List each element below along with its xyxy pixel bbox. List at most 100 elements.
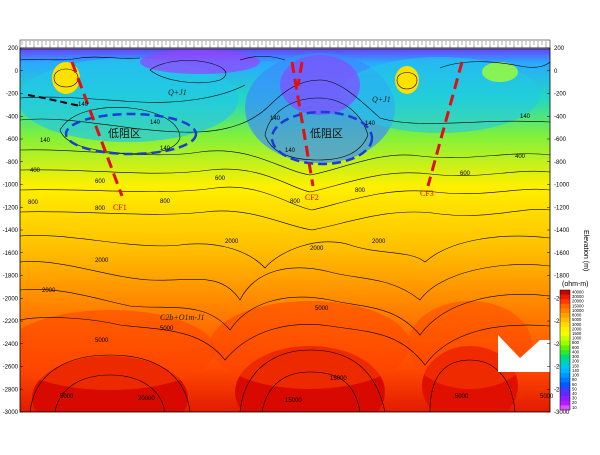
contour-label: 2000: [225, 239, 239, 245]
low-res-zone-label-2: 低阻区: [310, 127, 343, 140]
colorbar-tick-label: 10: [572, 405, 577, 410]
y-tick-label-left: -1600: [3, 251, 19, 257]
contour-label: 2000: [372, 239, 386, 245]
contour-label: 15000: [330, 376, 347, 382]
colorbar-title: (ohm-m): [562, 281, 588, 288]
y-tick-label-right: 0: [554, 69, 558, 75]
colorbar-labels: 4000030000200001500010000800050003000200…: [572, 289, 584, 409]
y-tick-label-left: -200: [6, 92, 19, 98]
colorbar-swatch: [560, 345, 570, 351]
colorbar-swatch: [560, 331, 570, 337]
contour-label: 400: [515, 154, 526, 160]
colorbar-swatch: [560, 363, 570, 369]
contour-label: 5000: [95, 338, 109, 344]
y-tick-label-left: -1200: [3, 205, 19, 211]
y-tick-label-right: -1800: [554, 274, 570, 280]
contour-label: 5000: [315, 306, 329, 312]
y-tick-label-left: -1400: [3, 228, 19, 234]
colorbar-swatch: [560, 391, 570, 397]
shallow-high-res-1: [52, 62, 80, 94]
contour-label: 140: [40, 138, 51, 144]
colorbar-swatch: [560, 354, 570, 360]
contour-label: 140: [270, 116, 281, 122]
contour-label: 800: [95, 206, 106, 212]
colorbar-swatch: [560, 405, 570, 411]
contour-label: 140: [520, 114, 531, 120]
y-tick-label-left: -2400: [3, 342, 19, 348]
colorbar-swatch: [560, 340, 570, 346]
high-res-halo-1: [20, 310, 215, 390]
y-tick-label-right: -1000: [554, 183, 570, 189]
colorbar-swatch: [560, 373, 570, 378]
colorbar-swatch: [560, 299, 570, 305]
y-tick-label-right: -800: [554, 160, 567, 166]
y-tick-label-right: -1400: [554, 228, 570, 234]
colorbar-swatch: [560, 336, 570, 342]
fault-label-cf1: CF1: [113, 203, 127, 212]
colorbar-swatches: [559, 289, 571, 411]
y-tick-label-left: -2000: [3, 296, 19, 302]
contour-label: 800: [355, 188, 366, 194]
contour-label: 2000: [95, 258, 109, 264]
y-tick-label-left: -2800: [3, 387, 19, 393]
contour-label: 600: [215, 176, 226, 182]
shallow-high-res-3: [482, 62, 518, 82]
colorbar-swatch: [560, 359, 570, 365]
fault-label-cf3: CF3: [420, 189, 434, 198]
contour-label: 800: [290, 199, 301, 205]
colorbar-swatch: [560, 294, 570, 300]
colorbar-swatch: [560, 368, 570, 374]
y-tick-label-right: -3000: [554, 410, 570, 416]
colorbar-swatch: [560, 317, 570, 323]
y-tick-label-left: -1800: [3, 274, 19, 280]
y-axis-right-title: Elevation (m): [582, 230, 589, 271]
colorbar-swatch: [560, 303, 570, 309]
y-tick-label-left: -1000: [3, 183, 19, 189]
strata-label-deep: C2b+O1m-J1: [160, 313, 205, 322]
y-tick-label-left: -2600: [3, 365, 19, 371]
y-tick-label-right: -1600: [554, 251, 570, 257]
y-tick-label-left: 0: [15, 69, 19, 75]
colorbar-swatch: [560, 326, 570, 332]
resistivity-section-chart: 200 0 -200 -400 -600 -800 -1000 -1200 -1400 -1600…: [0, 0, 600, 450]
colorbar-swatch: [560, 386, 570, 392]
contour-label: 140: [365, 121, 376, 127]
shallow-high-res-2: [395, 66, 419, 94]
colorbar-swatch: [560, 400, 570, 406]
contour-label: 2000: [310, 246, 324, 252]
y-tick-label-right: -1200: [554, 205, 570, 211]
contour-label: 600: [95, 179, 106, 185]
contour-label: 2000: [42, 288, 56, 294]
y-tick-label-right: 200: [554, 46, 565, 52]
y-tick-label-right: -600: [554, 137, 567, 143]
colorbar-swatch: [560, 382, 570, 388]
fault-label-cf2: CF2: [305, 193, 319, 202]
colorbar-swatch: [560, 308, 570, 314]
high-res-halo-2: [210, 301, 410, 389]
contour-label: 400: [30, 168, 41, 174]
colorbar-swatch: [560, 290, 570, 295]
contour-label: 140: [285, 148, 296, 154]
colorbar-swatch: [560, 377, 570, 383]
high-res-halo-3: [408, 301, 532, 389]
contour-label: 140: [78, 102, 89, 108]
contour-label: 600: [460, 171, 471, 177]
colorbar-swatch: [560, 396, 570, 402]
y-tick-label-left: -3000: [3, 410, 19, 416]
contour-label: 140: [160, 146, 171, 152]
contour-label: 800: [160, 199, 171, 205]
y-tick-label-left: -400: [6, 114, 19, 120]
contour-label: 20000: [138, 396, 155, 402]
y-tick-label-right: -400: [554, 114, 567, 120]
colorbar-swatch: [560, 322, 570, 328]
colorbar: (ohm-m) 40000300002000015000100008000500…: [559, 281, 588, 411]
y-tick-label-left: -800: [6, 160, 19, 166]
contour-label: 140: [150, 120, 161, 126]
y-tick-label-left: 200: [8, 46, 19, 52]
contour-label: 15000: [285, 398, 302, 404]
strata-label-upper-left: Q+J1: [168, 88, 187, 97]
chart-svg: 2000-200-400-600-800-1000-1200-1400-1600…: [3, 39, 589, 416]
strata-label-upper-right: Q+J1: [372, 95, 391, 104]
colorbar-swatch: [560, 313, 570, 318]
near-surface-low-res: [140, 50, 260, 74]
